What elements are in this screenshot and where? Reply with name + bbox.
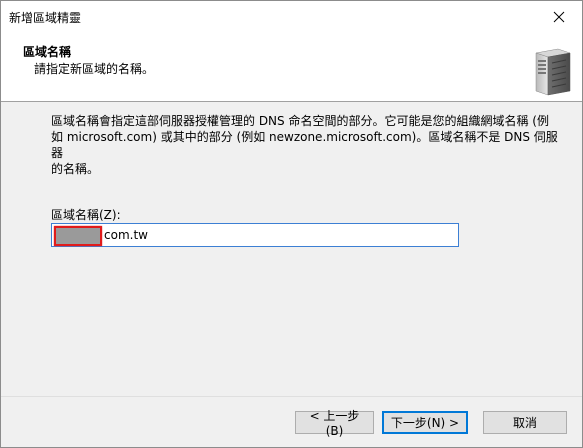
title-bar: 新增區域精靈 (1, 1, 582, 33)
back-button[interactable]: < 上一步(B) (295, 409, 374, 438)
zone-name-value: com.tw (104, 228, 148, 242)
description-line: 區域名稱會指定這部伺服器授權管理的 DNS 命名空間的部分。它可能是您的組織網域… (51, 114, 549, 128)
description-line: 如 microsoft.com) 或其中的部分 (例如 newzone.micr… (51, 130, 558, 160)
next-button[interactable]: 下一步(N) > (382, 411, 468, 434)
page-subtitle: 請指定新區域的名稱。 (34, 62, 155, 76)
zone-description: 區域名稱會指定這部伺服器授權管理的 DNS 命名空間的部分。它可能是您的組織網域… (51, 113, 561, 177)
window-title: 新增區域精靈 (9, 11, 82, 25)
page-title: 區域名稱 (23, 45, 72, 59)
zone-name-label: 區域名稱(Z): (51, 208, 121, 222)
new-zone-wizard-window: 新增區域精靈 區域名稱 請指定新區域的名稱。 區域名稱會指定這部伺服器授權管理的… (0, 0, 583, 448)
cancel-button[interactable]: 取消 (483, 411, 567, 434)
redaction-box (54, 226, 102, 246)
description-line: 的名稱。 (51, 162, 100, 176)
server-icon (535, 48, 571, 96)
zone-name-input[interactable]: com.tw (51, 223, 459, 247)
close-icon (553, 11, 565, 23)
wizard-header: 區域名稱 請指定新區域的名稱。 (1, 33, 582, 102)
close-button[interactable] (536, 1, 582, 33)
footer-divider (1, 396, 582, 397)
